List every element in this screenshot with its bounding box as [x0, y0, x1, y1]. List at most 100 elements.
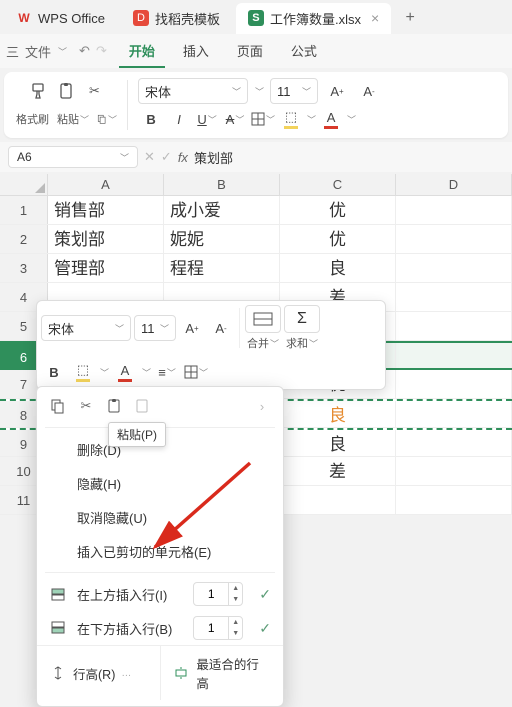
mini-font-select[interactable]: 宋体﹀ [41, 315, 131, 341]
borders-button[interactable]: ﹀ [183, 359, 209, 385]
increase-font-icon[interactable]: A+ [324, 78, 350, 104]
borders-button[interactable]: ﹀ [250, 106, 276, 132]
tab-docer[interactable]: D 找稻壳模板 [121, 3, 232, 34]
cell[interactable]: 差 [280, 457, 396, 485]
cell[interactable] [396, 283, 512, 311]
autosum-icon[interactable]: Σ [284, 305, 320, 333]
cell[interactable]: 优 [280, 225, 396, 253]
cell[interactable]: 良 [280, 254, 396, 282]
fx-icon[interactable]: fx [178, 150, 188, 165]
cell[interactable] [396, 196, 512, 224]
ctx-insert-above[interactable]: 在上方插入行(I) ▲▼ ✓ [37, 577, 283, 611]
confirm-icon[interactable]: ✓ [161, 149, 172, 165]
cell[interactable] [396, 312, 512, 340]
cell[interactable]: 良 [280, 401, 396, 427]
strikethrough-button[interactable]: A﹀ [222, 106, 248, 132]
row-header[interactable]: 3 [0, 254, 48, 282]
formula-value[interactable]: 策划部 [194, 148, 233, 167]
cell[interactable]: 销售部 [48, 196, 164, 224]
cell[interactable]: 成小爱 [164, 196, 280, 224]
file-menu[interactable]: 文件 [25, 42, 51, 61]
underline-button[interactable]: U﹀ [194, 106, 220, 132]
chevron-down-icon[interactable]: ﹀ [255, 85, 264, 98]
font-family-select[interactable]: 宋体﹀ [138, 78, 248, 104]
font-size-select[interactable]: 11﹀ [270, 78, 318, 104]
cell[interactable] [396, 486, 512, 514]
select-all-corner[interactable] [0, 174, 48, 195]
tab-formula[interactable]: 公式 [281, 35, 327, 68]
wps-logo-icon: W [16, 10, 32, 26]
name-box[interactable]: A6 ﹀ [8, 146, 138, 168]
merge-cells-icon[interactable] [245, 305, 281, 333]
redo-icon[interactable]: ↷ [96, 43, 107, 59]
paste-icon[interactable] [55, 79, 79, 103]
cut-icon[interactable]: ✂ [83, 79, 107, 103]
row-count-stepper[interactable]: ▲▼ [193, 582, 243, 606]
cell[interactable] [396, 343, 512, 368]
confirm-icon[interactable]: ✓ [259, 620, 271, 637]
copy-icon[interactable]: ﹀ [97, 107, 117, 131]
cell[interactable]: 优 [280, 196, 396, 224]
cell[interactable] [396, 457, 512, 485]
mini-size-select[interactable]: 11﹀ [134, 315, 176, 341]
cell[interactable]: 妮妮 [164, 225, 280, 253]
ctx-row-height[interactable]: 行高(R)… [37, 646, 161, 700]
col-header-b[interactable]: B [164, 174, 280, 195]
fill-color-button[interactable]: ⬚ [278, 106, 304, 132]
cell[interactable] [396, 401, 512, 427]
format-painter-icon[interactable] [27, 79, 51, 103]
font-color-button[interactable]: A [112, 359, 138, 385]
ctx-insert-cut-cells[interactable]: 插入已剪切的单元格(E) [37, 534, 283, 568]
menu-bar: 三 文件 ﹀ ↶ ↷ 开始 插入 页面 公式 [0, 34, 512, 68]
bold-button[interactable]: B [41, 359, 67, 385]
sum-group: Σ 求和﹀ [284, 305, 320, 351]
tab-start[interactable]: 开始 [119, 35, 165, 68]
tab-workbook[interactable]: S 工作簿数量.xlsx × [236, 3, 391, 34]
cell[interactable] [396, 254, 512, 282]
cell[interactable] [396, 225, 512, 253]
cut-icon[interactable]: ✂ [77, 397, 95, 415]
docer-icon: D [133, 10, 149, 26]
decrease-font-icon[interactable]: A- [356, 78, 382, 104]
chevron-right-icon[interactable]: › [253, 397, 271, 415]
ctx-unhide[interactable]: 取消隐藏(U) [37, 500, 283, 534]
tab-insert[interactable]: 插入 [173, 35, 219, 68]
paste-label[interactable]: 粘贴﹀ [57, 111, 89, 127]
undo-icon[interactable]: ↶ [79, 43, 90, 59]
paste-icon[interactable] [105, 397, 123, 415]
cell[interactable]: 程程 [164, 254, 280, 282]
paste-special-icon[interactable] [133, 397, 151, 415]
italic-button[interactable]: I [166, 106, 192, 132]
ctx-best-fit-height[interactable]: 最适合的行高 [161, 646, 284, 700]
col-header-d[interactable]: D [396, 174, 512, 195]
row-header[interactable]: 2 [0, 225, 48, 253]
close-tab-icon[interactable]: × [371, 10, 379, 26]
col-header-c[interactable]: C [280, 174, 396, 195]
new-tab-button[interactable]: + [395, 9, 425, 27]
ctx-hide[interactable]: 隐藏(H) [37, 466, 283, 500]
hamburger-icon[interactable]: 三 [6, 42, 19, 61]
cell[interactable]: 策划部 [48, 225, 164, 253]
row-header[interactable]: 1 [0, 196, 48, 224]
row-count-stepper[interactable]: ▲▼ [193, 616, 243, 640]
cell[interactable] [396, 370, 512, 398]
cell[interactable]: 管理部 [48, 254, 164, 282]
copy-icon[interactable] [49, 397, 67, 415]
tab-page[interactable]: 页面 [227, 35, 273, 68]
tab-label: WPS Office [38, 11, 105, 26]
col-header-a[interactable]: A [48, 174, 164, 195]
font-color-button[interactable]: A [318, 106, 344, 132]
cell[interactable] [280, 486, 396, 514]
cell[interactable]: 良 [280, 430, 396, 456]
ctx-bottom-row: 行高(R)… 最适合的行高 [37, 645, 283, 700]
decrease-font-icon[interactable]: A- [208, 315, 234, 341]
ctx-insert-below[interactable]: 在下方插入行(B) ▲▼ ✓ [37, 611, 283, 645]
fill-color-button[interactable]: ⬚ [70, 359, 96, 385]
increase-font-icon[interactable]: A+ [179, 315, 205, 341]
tab-wps-home[interactable]: W WPS Office [4, 4, 117, 32]
cell[interactable] [396, 430, 512, 456]
align-button[interactable]: ≡﹀ [154, 359, 180, 385]
confirm-icon[interactable]: ✓ [259, 586, 271, 603]
cancel-icon[interactable]: ✕ [144, 149, 155, 165]
bold-button[interactable]: B [138, 106, 164, 132]
